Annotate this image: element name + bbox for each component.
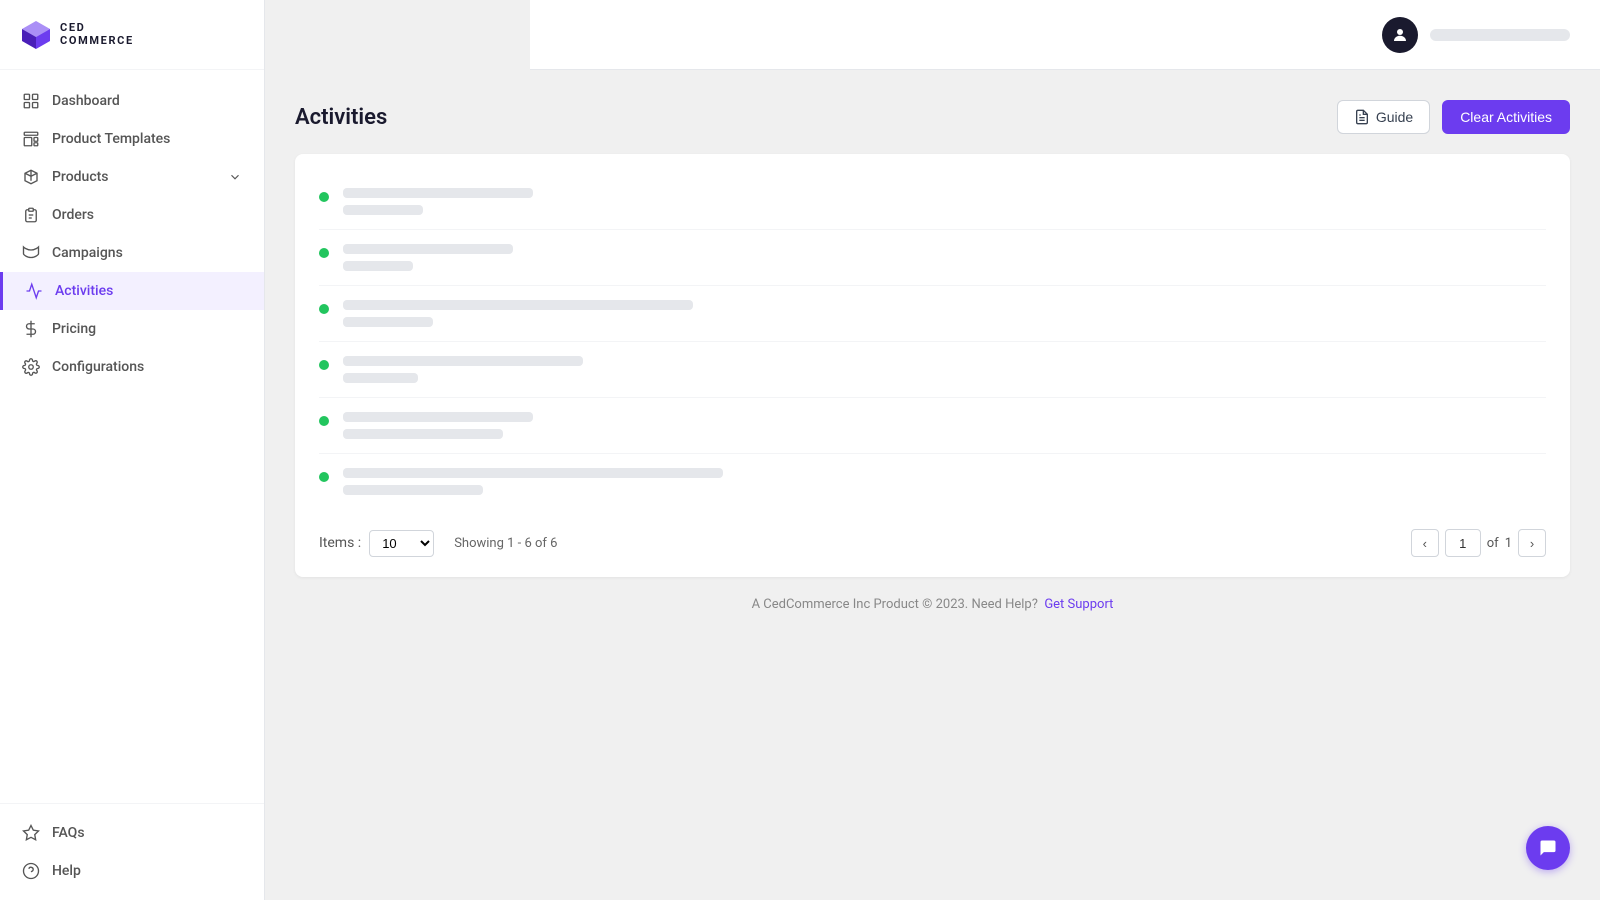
- guide-button[interactable]: Guide: [1337, 100, 1430, 134]
- prev-page-button[interactable]: ‹: [1411, 529, 1439, 557]
- activities-card: Items : 10 20 50 Showing 1 - 6 of 6 ‹ of…: [295, 154, 1570, 577]
- activity-item: [319, 342, 1546, 398]
- activity-item: [319, 454, 1546, 509]
- items-label: Items :: [319, 535, 361, 551]
- activity-content: [343, 468, 1546, 495]
- activity-item: [319, 230, 1546, 286]
- sidebar-item-product-templates[interactable]: Product Templates: [0, 120, 264, 158]
- status-dot: [319, 360, 329, 370]
- dashboard-icon: [22, 92, 40, 110]
- activity-content: [343, 356, 1546, 383]
- chat-icon: [1538, 838, 1558, 858]
- sidebar-item-products[interactable]: Products: [0, 158, 264, 196]
- items-per-page: Items : 10 20 50 Showing 1 - 6 of 6: [319, 530, 557, 557]
- sidebar-item-label: Activities: [55, 283, 113, 299]
- guide-icon: [1354, 109, 1370, 125]
- activity-text-line2: [343, 373, 418, 383]
- activity-content: [343, 244, 1546, 271]
- sidebar-item-label: Product Templates: [52, 131, 170, 147]
- activity-item: [319, 398, 1546, 454]
- get-support-link[interactable]: Get Support: [1044, 597, 1113, 612]
- sidebar-item-activities[interactable]: Activities: [0, 272, 264, 310]
- activity-item: [319, 286, 1546, 342]
- activity-item: [319, 174, 1546, 230]
- status-dot: [319, 304, 329, 314]
- help-icon: [22, 862, 40, 880]
- footer: A CedCommerce Inc Product © 2023. Need H…: [295, 577, 1570, 632]
- user-area: [1382, 17, 1570, 53]
- activity-text-line2: [343, 429, 503, 439]
- sidebar-bottom: FAQs Help: [0, 803, 264, 900]
- activities-icon: [25, 282, 43, 300]
- showing-text: Showing 1 - 6 of 6: [454, 536, 557, 551]
- activity-content: [343, 188, 1546, 215]
- sidebar-item-faqs[interactable]: FAQs: [0, 814, 264, 852]
- sidebar-item-help[interactable]: Help: [0, 852, 264, 890]
- chat-button[interactable]: [1526, 826, 1570, 870]
- activities-list: [319, 174, 1546, 509]
- chevron-down-icon: [228, 170, 242, 184]
- sidebar-item-orders[interactable]: Orders: [0, 196, 264, 234]
- activity-content: [343, 412, 1546, 439]
- bottom-nav-list: FAQs Help: [0, 814, 264, 890]
- page-title: Activities: [295, 105, 387, 130]
- main-content: Activities Guide Clear Activities: [265, 70, 1600, 900]
- sidebar-item-label: Orders: [52, 207, 94, 223]
- user-name-skeleton: [1430, 29, 1570, 41]
- config-icon: [22, 358, 40, 376]
- sidebar-item-label: Pricing: [52, 321, 96, 337]
- faq-icon: [22, 824, 40, 842]
- total-pages: 1: [1505, 536, 1512, 551]
- template-icon: [22, 130, 40, 148]
- activity-text-line1: [343, 300, 693, 310]
- avatar: [1382, 17, 1418, 53]
- pricing-icon: [22, 320, 40, 338]
- sidebar: CEDCOMMERCE Dashboard Product Templates …: [0, 0, 265, 900]
- page-header: Activities Guide Clear Activities: [295, 100, 1570, 134]
- status-dot: [319, 472, 329, 482]
- sidebar-item-label: Campaigns: [52, 245, 123, 261]
- content-wrapper: Activities Guide Clear Activities: [265, 0, 1600, 900]
- sidebar-item-label: Configurations: [52, 359, 144, 375]
- user-icon: [1391, 26, 1409, 44]
- page-controls: ‹ of 1 ›: [1411, 529, 1546, 557]
- activity-text-line1: [343, 356, 583, 366]
- activity-content: [343, 300, 1546, 327]
- topbar: [530, 0, 1600, 70]
- header-actions: Guide Clear Activities: [1337, 100, 1570, 134]
- pagination-bar: Items : 10 20 50 Showing 1 - 6 of 6 ‹ of…: [319, 529, 1546, 557]
- orders-icon: [22, 206, 40, 224]
- sidebar-item-campaigns[interactable]: Campaigns: [0, 234, 264, 272]
- page-of-label: of: [1487, 536, 1499, 551]
- clear-activities-button[interactable]: Clear Activities: [1442, 100, 1570, 134]
- sidebar-item-label: Dashboard: [52, 93, 120, 109]
- page-input[interactable]: [1445, 529, 1481, 557]
- status-dot: [319, 192, 329, 202]
- campaigns-icon: [22, 244, 40, 262]
- activity-text-line1: [343, 468, 723, 478]
- sidebar-item-label: Help: [52, 863, 81, 879]
- sidebar-item-pricing[interactable]: Pricing: [0, 310, 264, 348]
- products-icon: [22, 168, 40, 186]
- activity-text-line2: [343, 317, 433, 327]
- status-dot: [319, 248, 329, 258]
- activity-text-line2: [343, 261, 413, 271]
- sidebar-item-dashboard[interactable]: Dashboard: [0, 82, 264, 120]
- activity-text-line1: [343, 412, 533, 422]
- activity-text-line2: [343, 205, 423, 215]
- sidebar-item-label: Products: [52, 169, 109, 185]
- activity-text-line2: [343, 485, 483, 495]
- activity-text-line1: [343, 188, 533, 198]
- sidebar-item-label: FAQs: [52, 825, 85, 841]
- per-page-select[interactable]: 10 20 50: [369, 530, 434, 557]
- sidebar-item-configurations[interactable]: Configurations: [0, 348, 264, 386]
- logo-text: CEDCOMMERCE: [60, 22, 134, 46]
- status-dot: [319, 416, 329, 426]
- nav-list: Dashboard Product Templates Products Ord…: [0, 70, 264, 803]
- activity-text-line1: [343, 244, 513, 254]
- logo-icon: [20, 19, 52, 51]
- logo-area: CEDCOMMERCE: [0, 0, 264, 70]
- next-page-button[interactable]: ›: [1518, 529, 1546, 557]
